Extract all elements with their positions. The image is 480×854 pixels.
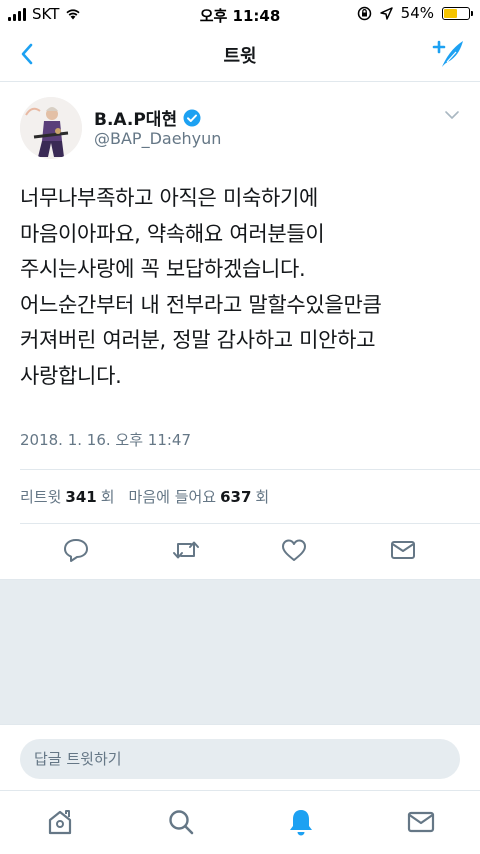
- like-count[interactable]: 637: [220, 488, 251, 506]
- like-label[interactable]: 마음에 들어요: [129, 486, 217, 507]
- like-unit: 회: [255, 488, 270, 506]
- retweet-count[interactable]: 341: [65, 488, 96, 506]
- tab-bar: [0, 790, 480, 854]
- notifications-icon[interactable]: [286, 807, 316, 837]
- chevron-down-icon[interactable]: [444, 109, 460, 121]
- rotation-lock-icon: [357, 6, 371, 20]
- tweet-text: 너무나부족하고 아직은 미숙하기에 마음이아파요, 약속해요 여러분들이 주시는…: [20, 186, 382, 388]
- empty-replies-area: [0, 579, 480, 724]
- tweet-actions: [0, 523, 480, 577]
- compose-tweet-icon[interactable]: [432, 38, 466, 70]
- status-bar: SKT 오후 11:48 54%: [0, 0, 480, 28]
- battery-icon: [442, 6, 473, 20]
- tweet-stats: 리트윗 341 회 마음에 들어요 637 회: [20, 486, 269, 507]
- display-name[interactable]: B.A.P대현: [94, 105, 201, 130]
- verified-badge-icon: [183, 109, 201, 126]
- page-title: 트윗: [223, 46, 257, 67]
- retweet-label[interactable]: 리트윗: [20, 486, 61, 507]
- location-icon: [379, 6, 393, 20]
- retweet-icon[interactable]: [172, 537, 200, 563]
- avatar[interactable]: [20, 97, 82, 159]
- messages-icon[interactable]: [406, 807, 436, 837]
- battery-level: [444, 8, 457, 18]
- divider: [20, 469, 480, 470]
- reply-icon[interactable]: [62, 537, 90, 563]
- navigation-bar: 트윗: [0, 28, 480, 82]
- status-right: 54%: [357, 4, 473, 22]
- home-icon[interactable]: [45, 807, 75, 837]
- avatar-image: [20, 97, 82, 159]
- reply-bar: 답글 트윗하기: [0, 724, 480, 790]
- search-icon[interactable]: [166, 807, 196, 837]
- direct-message-icon[interactable]: [389, 537, 417, 563]
- battery-percent: 54%: [400, 4, 434, 22]
- user-handle[interactable]: @BAP_Daehyun: [94, 129, 221, 148]
- retweet-unit: 회: [100, 488, 115, 506]
- like-icon[interactable]: [280, 537, 308, 563]
- reply-input[interactable]: 답글 트윗하기: [20, 739, 460, 779]
- tweet-timestamp: 2018. 1. 16. 오후 11:47: [20, 431, 192, 449]
- display-name-text: B.A.P대현: [94, 110, 178, 130]
